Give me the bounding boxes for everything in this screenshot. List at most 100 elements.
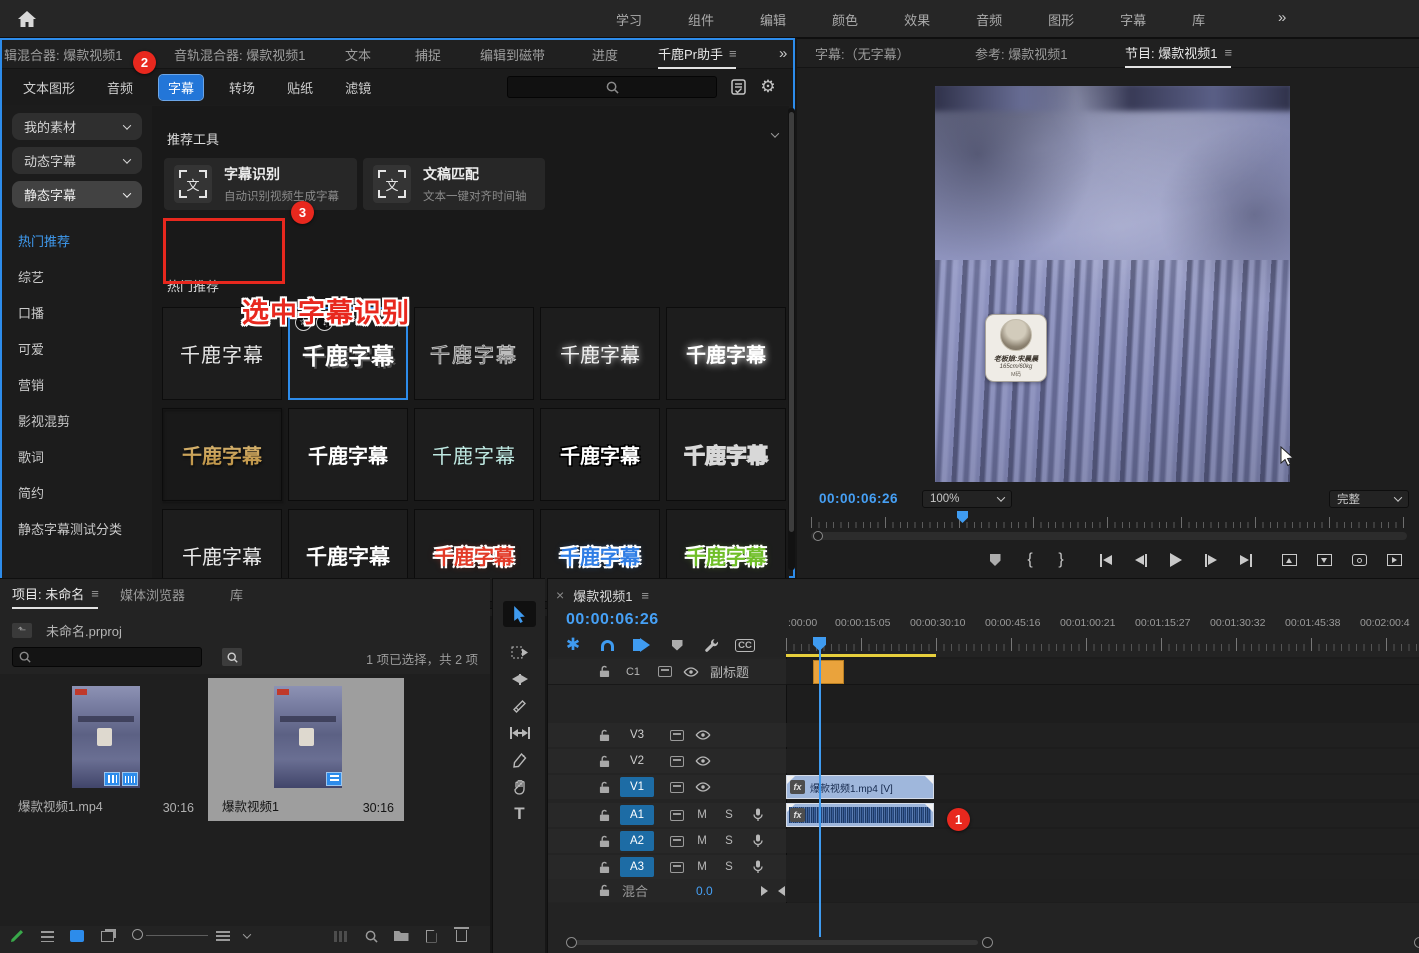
subtitle-style-tile[interactable]: ☆ ↓ 千鹿字幕 — [414, 307, 534, 400]
monitor-time-ruler[interactable] — [811, 514, 1407, 528]
search-in-bin-button[interactable] — [222, 648, 242, 666]
sidebar-category-item[interactable]: 热门推荐 — [2, 222, 152, 258]
audio-clip[interactable]: fx — [786, 803, 934, 827]
mute-button[interactable]: M — [694, 809, 710, 821]
close-icon[interactable]: × — [556, 587, 564, 603]
timeline-settings-wrench-icon[interactable] — [698, 635, 724, 655]
sidebar-group[interactable]: 我的素材 — [12, 113, 142, 140]
sidebar-category-item[interactable]: 简约 — [2, 474, 152, 510]
delete-button[interactable] — [450, 925, 472, 947]
sidebar-category-item[interactable]: 静态字幕测试分类 — [2, 510, 152, 546]
comparison-view-button[interactable] — [1379, 549, 1409, 571]
track-output-eye-icon[interactable] — [692, 782, 714, 792]
step-forward-button[interactable] — [1196, 549, 1226, 571]
play-button[interactable] — [1161, 549, 1191, 571]
sequence-tab[interactable]: × 爆款视频1 ≡ — [556, 583, 648, 607]
automate-to-sequence-icon[interactable] — [330, 925, 352, 947]
freeform-view-button[interactable] — [96, 925, 118, 947]
panel-menu-icon[interactable]: ≡ — [641, 588, 648, 603]
panel-menu-icon[interactable]: ≡ — [1224, 45, 1231, 60]
track-target-button[interactable]: A2 — [620, 831, 654, 851]
sidebar-group[interactable]: 静态字幕 — [12, 181, 142, 208]
panel-menu-icon[interactable]: ≡ — [729, 46, 736, 61]
track-lock-icon[interactable] — [596, 809, 612, 822]
item-label[interactable]: 爆款视频1.mp4 — [18, 796, 103, 815]
audio-track-lane[interactable] — [786, 855, 1419, 879]
scrollbar-thumb[interactable] — [789, 112, 794, 532]
project-search-input[interactable] — [12, 647, 202, 667]
workspace-menu-item[interactable]: 编辑 — [760, 10, 786, 29]
sort-icons-button[interactable] — [212, 925, 234, 947]
panel-menu-icon[interactable]: ≡ — [91, 586, 98, 601]
audio-track-lane[interactable] — [786, 829, 1419, 853]
category-tab[interactable]: 文本图形 — [17, 75, 81, 100]
source-patch-icon[interactable] — [666, 810, 688, 821]
list-view-button[interactable] — [36, 925, 58, 947]
tab-libraries[interactable]: 库 — [230, 579, 243, 609]
selection-tool[interactable] — [503, 601, 536, 627]
step-back-button[interactable] — [1126, 549, 1156, 571]
voiceover-mic-icon[interactable] — [749, 860, 767, 874]
category-tab[interactable]: 音频 — [101, 75, 139, 100]
go-to-out-button[interactable] — [1231, 549, 1261, 571]
subtitle-style-tile[interactable]: ☆ ↓ 千鹿字幕 — [540, 307, 660, 400]
add-marker-icon[interactable] — [664, 635, 690, 655]
workspace-menu-item[interactable]: 图形 — [1048, 10, 1074, 29]
category-tab[interactable]: 字幕 — [159, 75, 203, 100]
ripple-edit-tool[interactable] — [503, 666, 536, 692]
tab-reference-monitor[interactable]: 参考: 爆款视频1 — [975, 39, 1067, 68]
mute-button[interactable]: M — [694, 861, 710, 873]
category-tab[interactable]: 转场 — [223, 75, 261, 100]
tab-text[interactable]: 文本 — [345, 40, 371, 69]
playback-resolution-select[interactable]: 完整 — [1329, 490, 1409, 508]
source-patch-icon[interactable] — [666, 730, 688, 741]
tool-card[interactable]: 文 字幕识别 自动识别视频生成字幕 3 — [164, 158, 357, 210]
sidebar-category-item[interactable]: 可爱 — [2, 330, 152, 366]
workspace-menu-item[interactable]: 组件 — [688, 10, 714, 29]
subtitle-style-tile[interactable]: ☆ ↓ 千鹿字幕 — [666, 307, 786, 400]
tab-audio-track-mixer[interactable]: 音轨混合器: 爆款视频1 — [174, 40, 305, 69]
track-output-eye-icon[interactable] — [680, 667, 702, 677]
video-preview[interactable]: 老板娘:宋晨晨 165cm/60kg M码 — [935, 86, 1290, 482]
snap-toggle-icon[interactable] — [594, 635, 620, 655]
tab-project[interactable]: 项目: 未命名 ≡ — [12, 579, 98, 609]
voiceover-mic-icon[interactable] — [749, 808, 767, 822]
add-marker-button[interactable] — [980, 549, 1010, 571]
menu-overflow-button[interactable]: » — [1278, 9, 1286, 26]
vertical-scrollbar-handle[interactable] — [1414, 937, 1419, 948]
track-lock-icon[interactable] — [596, 884, 612, 897]
timeline-zoom-scrollbar[interactable] — [558, 937, 1408, 947]
subtitle-style-tile[interactable]: ☆ ↓ 千鹿字幕 — [540, 408, 660, 501]
workspace-menu-item[interactable]: 字幕 — [1120, 10, 1146, 29]
hand-tool[interactable] — [503, 774, 536, 800]
source-patch-icon[interactable] — [666, 862, 688, 873]
icon-view-button[interactable] — [66, 925, 88, 947]
scrollbar[interactable] — [788, 108, 795, 570]
track-output-eye-icon[interactable] — [692, 730, 714, 740]
export-frame-button[interactable] — [1344, 549, 1374, 571]
track-target-button[interactable]: A1 — [620, 805, 654, 825]
voiceover-mic-icon[interactable] — [749, 834, 767, 848]
tool-card[interactable]: 文 文稿匹配 文本一键对齐时间轴 — [363, 158, 545, 210]
new-item-button[interactable] — [420, 925, 442, 947]
track-lock-icon[interactable] — [596, 729, 612, 742]
zoom-slider[interactable] — [146, 935, 208, 936]
find-button[interactable] — [360, 925, 382, 947]
zoom-slider-handle[interactable] — [132, 929, 143, 940]
track-target-button[interactable]: V2 — [620, 751, 654, 771]
tab-qianlu-assistant[interactable]: 千鹿Pr助手 ≡ — [658, 40, 736, 69]
solo-button[interactable]: S — [721, 861, 737, 873]
monitor-playhead[interactable] — [957, 511, 968, 523]
source-patch-icon[interactable] — [666, 836, 688, 847]
subtitle-style-tile[interactable]: ☆ ↓ 千鹿字幕 — [288, 408, 408, 501]
monitor-zoom-scrollbar[interactable] — [811, 532, 1407, 540]
track-lock-icon[interactable] — [596, 781, 612, 794]
caption-track-lane[interactable] — [786, 659, 1419, 685]
track-lock-icon[interactable] — [596, 861, 612, 874]
slip-tool[interactable] — [503, 720, 536, 746]
sidebar-category-item[interactable]: 口播 — [2, 294, 152, 330]
solo-button[interactable]: S — [721, 835, 737, 847]
home-button[interactable] — [10, 7, 44, 31]
panel-tabs-overflow-button[interactable]: » — [779, 45, 787, 62]
source-patch-icon[interactable] — [666, 756, 688, 767]
